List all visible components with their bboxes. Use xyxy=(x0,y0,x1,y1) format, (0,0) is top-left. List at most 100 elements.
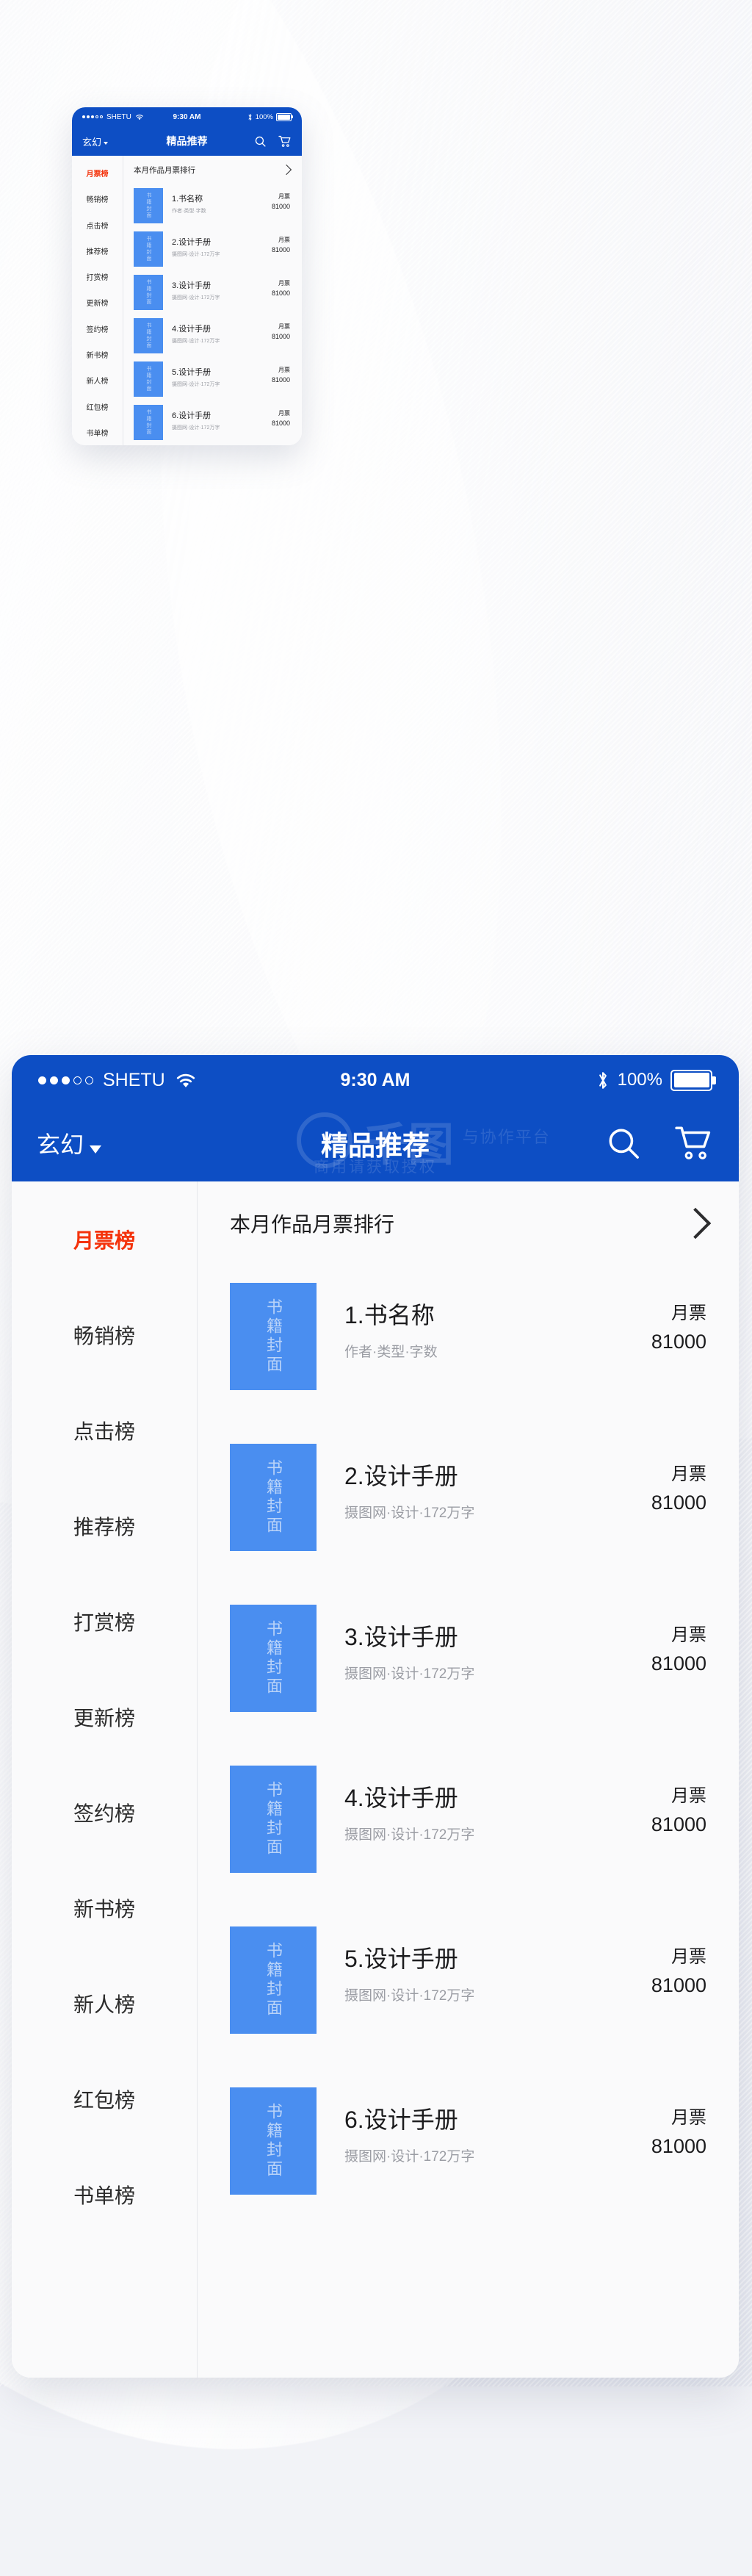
search-icon[interactable] xyxy=(605,1125,642,1162)
book-vote: 月票 81000 xyxy=(651,1620,706,1675)
sidebar-item-8[interactable]: 新人榜 xyxy=(72,367,123,393)
table-row[interactable]: 书籍封面 1.书名称 作者·类型·字数 月票 81000 xyxy=(198,1264,739,1425)
sidebar-item-0[interactable]: 月票榜 xyxy=(12,1192,197,1287)
book-title: 6.设计手册 xyxy=(172,411,212,420)
vote-label: 月票 xyxy=(278,280,290,287)
book-title: 2.设计手册 xyxy=(172,238,212,247)
book-info: 5.设计手册 摄图网·设计·172万字 xyxy=(344,1940,474,2004)
book-vote: 月票 81000 xyxy=(272,366,290,384)
book-cover-placeholder: 书籍封面 xyxy=(230,1766,317,1873)
sidebar-item-4[interactable]: 打赏榜 xyxy=(72,264,123,289)
vote-label: 月票 xyxy=(278,323,290,330)
sidebar-item-label: 推荐榜 xyxy=(73,1516,135,1539)
sidebar-item-label: 推荐榜 xyxy=(86,248,109,256)
book-meta: 摄图网·设计·172万字 xyxy=(172,382,220,387)
table-row[interactable]: 书籍封面 5.设计手册 摄图网·设计·172万字 月票 81000 xyxy=(123,357,302,400)
vote-label: 月票 xyxy=(671,2108,706,2128)
sidebar-item-label: 新书榜 xyxy=(73,1898,135,1921)
vote-value: 81000 xyxy=(651,2135,706,2157)
book-vote: 月票 81000 xyxy=(272,279,290,297)
table-row[interactable]: 书籍封面 4.设计手册 摄图网·设计·172万字 月票 81000 xyxy=(123,314,302,357)
book-cover-placeholder: 书籍封面 xyxy=(230,1605,317,1712)
sidebar-item-label: 签约榜 xyxy=(86,325,109,334)
book-meta: 作者·类型·字数 xyxy=(172,209,206,214)
book-info: 4.设计手册 摄图网·设计·172万字 xyxy=(344,1780,474,1843)
table-row[interactable]: 书籍封面 6.设计手册 摄图网·设计·172万字 月票 81000 xyxy=(123,400,302,444)
book-info: 2.设计手册 摄图网·设计·172万字 xyxy=(172,236,220,258)
sidebar-item-2[interactable]: 点击榜 xyxy=(72,212,123,238)
category-selector[interactable]: 玄幻 xyxy=(37,1126,102,1160)
book-meta: 摄图网·设计·172万字 xyxy=(172,295,220,301)
book-info: 4.设计手册 摄图网·设计·172万字 xyxy=(172,323,220,345)
shopping-cart-icon[interactable] xyxy=(674,1125,714,1162)
sidebar-item-label: 月票榜 xyxy=(73,1229,135,1252)
book-meta: 摄图网·设计·172万字 xyxy=(344,1988,475,2004)
book-meta: 摄图网·设计·172万字 xyxy=(344,2149,475,2165)
book-title: 2.设计手册 xyxy=(344,1463,458,1489)
vote-label: 月票 xyxy=(671,1625,706,1645)
sidebar-item-10[interactable]: 书单榜 xyxy=(72,420,123,445)
category-label: 玄幻 xyxy=(37,1132,84,1158)
shopping-cart-icon[interactable] xyxy=(278,135,292,148)
sidebar-item-6[interactable]: 签约榜 xyxy=(12,1765,197,1860)
sidebar-item-9[interactable]: 红包榜 xyxy=(72,393,123,419)
table-row[interactable]: 书籍封面 2.设计手册 摄图网·设计·172万字 月票 81000 xyxy=(198,1425,739,1586)
book-vote: 月票 81000 xyxy=(651,1942,706,1997)
status-bar: SHETU 9:30 AM 100% xyxy=(72,107,302,126)
table-row[interactable]: 书籍封面 4.设计手册 摄图网·设计·172万字 月票 81000 xyxy=(198,1747,739,1908)
sidebar-item-7[interactable]: 新书榜 xyxy=(72,342,123,367)
sidebar-item-3[interactable]: 推荐榜 xyxy=(72,238,123,264)
search-icon[interactable] xyxy=(254,135,267,148)
sidebar-item-label: 打赏榜 xyxy=(86,274,109,283)
chevron-right-icon[interactable] xyxy=(281,164,292,176)
table-row[interactable]: 书籍封面 2.设计手册 摄图网·设计·172万字 月票 81000 xyxy=(123,227,302,270)
watermark-line1: 商用请获取授权 xyxy=(314,1159,437,1176)
battery-full-icon xyxy=(670,1069,716,1091)
book-cover-placeholder: 书籍封面 xyxy=(134,361,163,397)
sidebar-item-9[interactable]: 红包榜 xyxy=(12,2051,197,2147)
sidebar-item-10[interactable]: 书单榜 xyxy=(12,2147,197,2242)
battery-full-icon xyxy=(276,112,293,121)
book-meta: 摄图网·设计·172万字 xyxy=(172,339,220,344)
status-bar: SHETU 9:30 AM 100% xyxy=(12,1055,739,1105)
sidebar-item-label: 新人榜 xyxy=(86,378,109,386)
vote-label: 月票 xyxy=(671,1303,706,1323)
table-row[interactable]: 书籍封面 6.设计手册 摄图网·设计·172万字 月票 81000 xyxy=(198,2069,739,2230)
phone-mockup-large: SHETU 9:30 AM 100% 千图 商用请获取授权 与协作平台 玄幻 精… xyxy=(12,1055,739,2378)
book-meta: 摄图网·设计·172万字 xyxy=(172,425,220,431)
vote-value: 81000 xyxy=(271,289,290,297)
vote-value: 81000 xyxy=(271,246,290,253)
book-info: 1.书名称 作者·类型·字数 xyxy=(344,1297,438,1361)
sidebar-item-8[interactable]: 新人榜 xyxy=(12,1956,197,2051)
category-selector[interactable]: 玄幻 xyxy=(82,134,109,148)
table-row[interactable]: 书籍封面 3.设计手册 摄图网·设计·172万字 月票 81000 xyxy=(123,270,302,314)
sidebar-item-label: 更新榜 xyxy=(73,1707,135,1730)
book-title: 3.设计手册 xyxy=(344,1624,458,1650)
sidebar-item-1[interactable]: 畅销榜 xyxy=(72,186,123,212)
sidebar-item-2[interactable]: 点击榜 xyxy=(12,1383,197,1478)
book-vote: 月票 81000 xyxy=(272,236,290,253)
sidebar-item-3[interactable]: 推荐榜 xyxy=(12,1478,197,1574)
vote-label: 月票 xyxy=(671,1464,706,1484)
sidebar-item-1[interactable]: 畅销榜 xyxy=(12,1287,197,1383)
vote-value: 81000 xyxy=(271,376,290,384)
ranking-list: 本月作品月票排行 书籍封面 1.书名称 作者·类型·字数 月票 81000 书籍… xyxy=(198,1181,739,2378)
sidebar-item-4[interactable]: 打赏榜 xyxy=(12,1574,197,1669)
section-header[interactable]: 本月作品月票排行 xyxy=(198,1181,739,1264)
table-row[interactable]: 书籍封面 3.设计手册 摄图网·设计·172万字 月票 81000 xyxy=(198,1586,739,1747)
section-header[interactable]: 本月作品月票排行 xyxy=(123,156,302,184)
vote-label: 月票 xyxy=(278,367,290,373)
vote-value: 81000 xyxy=(651,1331,706,1353)
sidebar-item-5[interactable]: 更新榜 xyxy=(72,289,123,315)
sidebar-item-7[interactable]: 新书榜 xyxy=(12,1860,197,1956)
sidebar-item-6[interactable]: 签约榜 xyxy=(72,316,123,342)
book-title: 1.书名称 xyxy=(344,1302,435,1328)
sidebar-item-label: 点击榜 xyxy=(73,1420,135,1443)
table-row[interactable]: 书籍封面 1.书名称 作者·类型·字数 月票 81000 xyxy=(123,184,302,227)
table-row[interactable]: 书籍封面 5.设计手册 摄图网·设计·172万字 月票 81000 xyxy=(198,1908,739,2069)
book-title: 6.设计手册 xyxy=(344,2107,458,2133)
sidebar-item-5[interactable]: 更新榜 xyxy=(12,1669,197,1765)
chevron-right-icon[interactable] xyxy=(679,1207,712,1239)
vote-label: 月票 xyxy=(671,1947,706,1967)
sidebar-item-0[interactable]: 月票榜 xyxy=(72,160,123,186)
